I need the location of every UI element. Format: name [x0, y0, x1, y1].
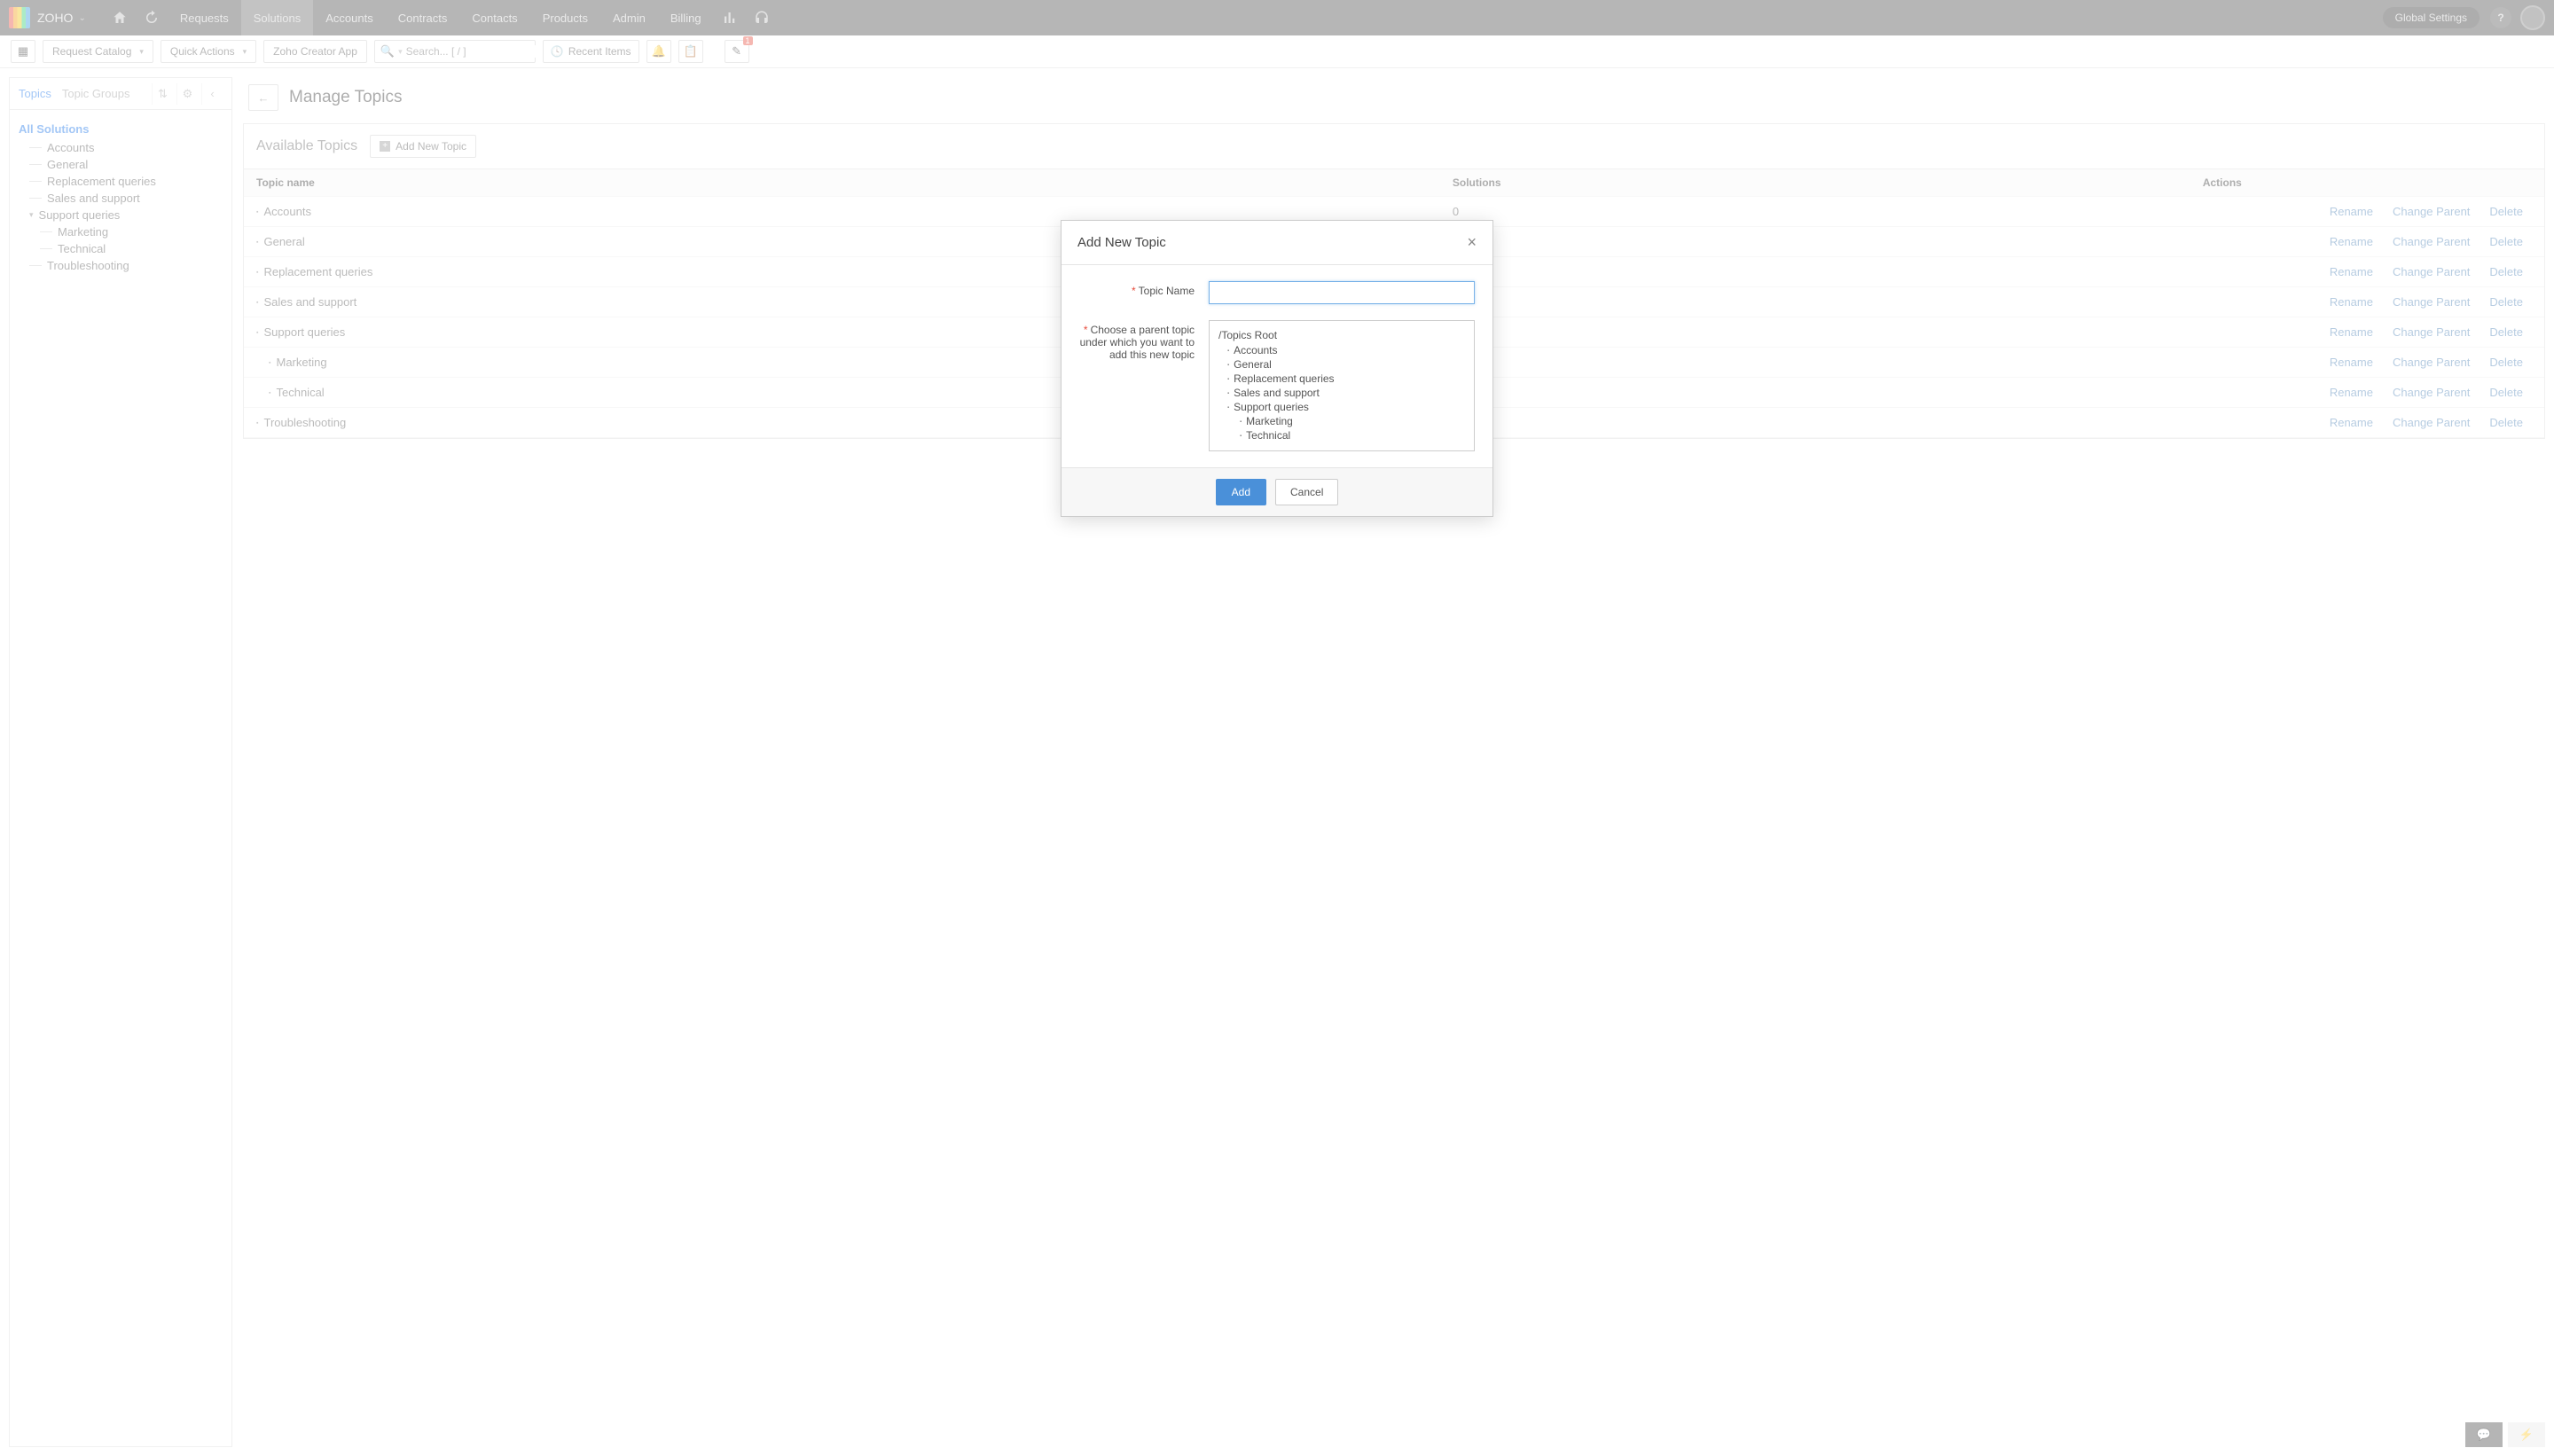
parent-topic-item[interactable]: General: [1218, 357, 1465, 372]
close-icon[interactable]: ×: [1467, 233, 1477, 252]
parent-topic-label: *Choose a parent topic under which you w…: [1079, 320, 1195, 451]
topic-name-input[interactable]: [1209, 281, 1475, 304]
parent-topic-item[interactable]: Replacement queries: [1218, 372, 1465, 386]
root-topic-item[interactable]: /Topics Root: [1218, 328, 1465, 342]
modal-title: Add New Topic: [1077, 235, 1166, 250]
add-topic-modal: Add New Topic × *Topic Name *Choose a pa…: [1061, 220, 1493, 517]
modal-overlay: [0, 0, 2554, 1456]
topic-name-label: *Topic Name: [1079, 281, 1195, 304]
parent-topic-item[interactable]: Sales and support: [1218, 386, 1465, 400]
add-button[interactable]: Add: [1216, 479, 1266, 505]
parent-topic-item[interactable]: Technical: [1218, 428, 1465, 442]
parent-topic-item[interactable]: Support queries: [1218, 400, 1465, 414]
parent-topic-item[interactable]: Accounts: [1218, 343, 1465, 357]
parent-topic-item[interactable]: Marketing: [1218, 414, 1465, 428]
cancel-button[interactable]: Cancel: [1275, 479, 1338, 505]
parent-topic-tree[interactable]: /Topics Root AccountsGeneralReplacement …: [1209, 320, 1475, 451]
